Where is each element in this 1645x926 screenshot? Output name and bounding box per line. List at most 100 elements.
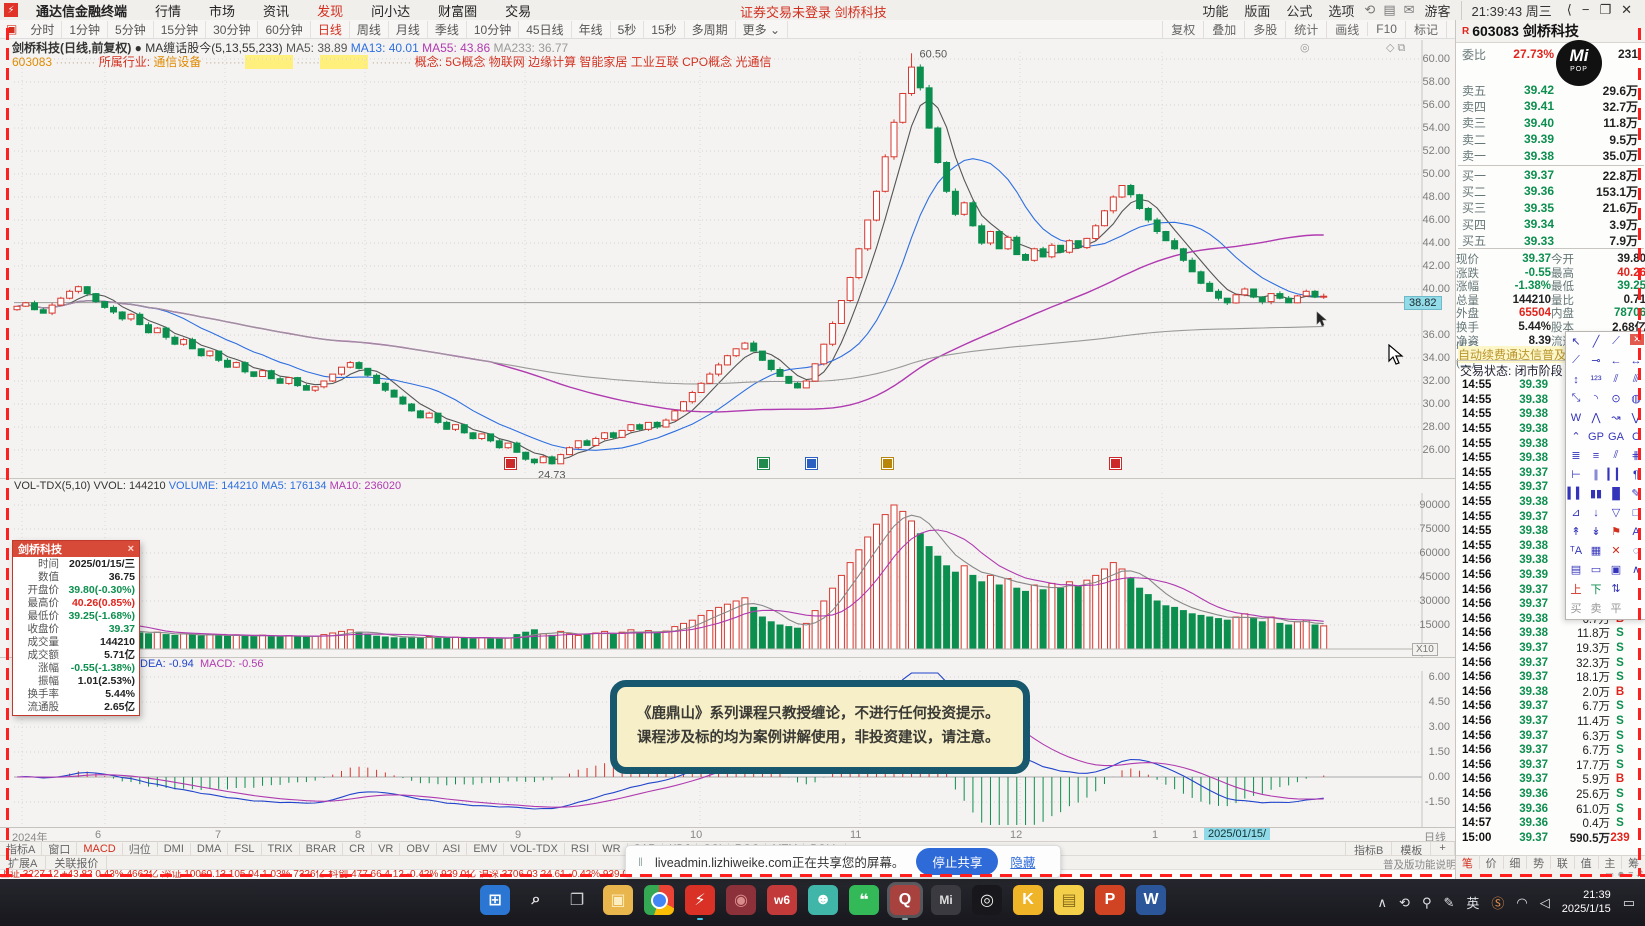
draw-tool-icon[interactable]: ⊿: [1566, 506, 1586, 519]
quote-panel-header[interactable]: R 603083 剑桥科技: [1456, 20, 1645, 43]
draw-tool-icon[interactable]: ▐▌: [1606, 488, 1626, 500]
menu-市场[interactable]: 市场: [195, 1, 249, 20]
menu-资讯[interactable]: 资讯: [249, 1, 303, 20]
menu-财富圈[interactable]: 财富圈: [424, 1, 491, 20]
tray-icon-6[interactable]: ◠: [1516, 895, 1527, 911]
tab-WR[interactable]: WR: [596, 843, 628, 855]
draw-tool-icon[interactable]: ⌃: [1566, 430, 1586, 443]
taskbar-wps-icon[interactable]: w6: [767, 885, 797, 915]
popup-header[interactable]: 剑桥科技 ×: [13, 541, 139, 557]
draw-tool-icon[interactable]: ↕: [1566, 374, 1586, 386]
draw-tool-icon[interactable]: ⊢: [1566, 468, 1586, 481]
draw-tool-icon[interactable]: ⇅: [1606, 582, 1626, 595]
draw-tool-icon[interactable]: ⫽: [1606, 373, 1626, 386]
tray-icon-1[interactable]: ⟲: [1399, 895, 1410, 911]
titlebar-icon-2[interactable]: ✉: [1404, 2, 1415, 18]
bid-row[interactable]: 买三 39.35 21.6万: [1456, 200, 1645, 216]
stop-share-button[interactable]: 停止共享: [916, 848, 999, 875]
draw-tool-icon[interactable]: ✎: [1626, 487, 1645, 500]
draw-tool-icon[interactable]: ▤: [1566, 563, 1586, 576]
bid-row[interactable]: 买一 39.37 22.8万: [1456, 167, 1645, 183]
tray-icon-5[interactable]: Ⓢ: [1491, 893, 1504, 912]
period-15分钟[interactable]: 15分钟: [154, 20, 207, 38]
draw-tool-icon[interactable]: ▽: [1606, 506, 1626, 519]
draw-tool-icon[interactable]: ¹²³: [1586, 374, 1606, 386]
taskbar-mi-icon[interactable]: Mi: [931, 885, 961, 915]
period-45日线[interactable]: 45日线: [519, 20, 572, 38]
draw-tool-icon[interactable]: ⋀: [1586, 411, 1606, 424]
candlestick-chart[interactable]: 60.50 24.73: [10, 40, 1455, 478]
draw-tool-icon[interactable]: ◝: [1586, 392, 1606, 405]
tray-icon-3[interactable]: ✎: [1443, 895, 1454, 911]
titlebar-icon-0[interactable]: ⟲: [1364, 2, 1375, 18]
action-统计[interactable]: 统计: [1285, 20, 1326, 38]
draw-tool-icon[interactable]: ⫽: [1606, 449, 1626, 462]
period-10分钟[interactable]: 10分钟: [467, 20, 520, 38]
bid-row[interactable]: 买五 39.33 7.9万: [1456, 233, 1645, 249]
period-年线[interactable]: 年线: [572, 20, 611, 38]
ask-row[interactable]: 卖三 39.40 11.8万: [1456, 115, 1645, 131]
draw-tool-icon[interactable]: ⋁: [1626, 411, 1645, 424]
event-marker-icon[interactable]: [758, 458, 769, 469]
action-多股[interactable]: 多股: [1244, 20, 1285, 38]
tab-BRAR[interactable]: BRAR: [300, 843, 344, 855]
draw-tool-icon[interactable]: 卖: [1586, 600, 1606, 616]
ask-row[interactable]: 卖二 39.39 9.5万: [1456, 131, 1645, 147]
tab-MACD[interactable]: MACD: [77, 843, 123, 855]
draw-tool-icon[interactable]: ▍▍: [1566, 487, 1586, 500]
menu-选项[interactable]: 选项: [1328, 1, 1354, 20]
menu-行情[interactable]: 行情: [141, 1, 195, 20]
draw-tool-icon[interactable]: ↔: [1626, 355, 1645, 367]
event-marker-icon[interactable]: [806, 458, 817, 469]
draw-tool-icon[interactable]: ╱: [1586, 335, 1606, 348]
draw-tool-icon[interactable]: ∥: [1586, 468, 1606, 481]
taskbar-meeting-icon[interactable]: ☻: [808, 885, 838, 915]
draw-tool-icon[interactable]: 下: [1586, 581, 1606, 597]
ask-row[interactable]: 卖一 39.38 35.0万: [1456, 148, 1645, 164]
chart-type-icon[interactable]: ▣: [0, 22, 23, 36]
period-月线[interactable]: 月线: [389, 20, 428, 38]
tab-FSL[interactable]: FSL: [228, 843, 262, 855]
taskbar-clock[interactable]: 21:39 2025/1/15: [1562, 889, 1611, 917]
draw-tool-icon[interactable]: ⫻: [1626, 373, 1645, 386]
draw-tool-icon[interactable]: □: [1626, 507, 1645, 519]
period-周线[interactable]: 周线: [350, 20, 389, 38]
bid-row[interactable]: 买四 39.34 3.9万: [1456, 216, 1645, 232]
event-marker-icon[interactable]: [882, 458, 893, 469]
draw-tool-icon[interactable]: ᵀA: [1566, 545, 1586, 557]
minimize-button[interactable]: −: [1577, 2, 1595, 18]
draw-tool-icon[interactable]: ↟: [1566, 525, 1586, 538]
draw-tool-icon[interactable]: ≡: [1586, 450, 1606, 462]
draw-tool-icon[interactable]: ¶: [1626, 469, 1645, 481]
period-5秒[interactable]: 5秒: [611, 20, 645, 38]
menu-版面[interactable]: 版面: [1244, 1, 1270, 20]
menu-公式[interactable]: 公式: [1286, 1, 1312, 20]
tab-EMV[interactable]: EMV: [467, 843, 505, 855]
draw-tool-icon[interactable]: ⚑: [1606, 525, 1626, 538]
period-60分钟[interactable]: 60分钟: [258, 20, 311, 38]
taskbar-powerpoint-icon[interactable]: P: [1095, 885, 1125, 915]
taskbar-chrome-icon[interactable]: [644, 885, 674, 915]
volume-chart[interactable]: [10, 493, 1455, 657]
taskbar-tdx-icon[interactable]: ⚡: [685, 885, 715, 920]
action-叠加[interactable]: 叠加: [1203, 20, 1244, 38]
draw-tool-icon[interactable]: GA: [1606, 431, 1626, 443]
period-分时[interactable]: 分时: [23, 20, 63, 38]
draw-tool-icon[interactable]: W: [1566, 412, 1586, 424]
period-1分钟[interactable]: 1分钟: [62, 20, 109, 38]
tray-icon-4[interactable]: 英: [1466, 893, 1479, 912]
draw-tool-icon[interactable]: 买: [1566, 600, 1586, 616]
draw-tool-icon[interactable]: ∧: [1626, 563, 1645, 576]
draw-tool-icon[interactable]: ↡: [1586, 525, 1606, 538]
draw-tool-icon[interactable]: 平: [1606, 600, 1626, 616]
draw-tool-icon[interactable]: ⟋: [1566, 354, 1586, 367]
draw-tool-icon[interactable]: ⋕: [1626, 449, 1645, 462]
draw-tool-icon[interactable]: ▮▮: [1586, 487, 1606, 500]
tray-icon-0[interactable]: ∧: [1378, 895, 1388, 911]
period-15秒[interactable]: 15秒: [644, 20, 685, 38]
tab-VR[interactable]: VR: [372, 843, 401, 855]
draw-tool-icon[interactable]: ⊙: [1606, 392, 1626, 405]
tray-icon-7[interactable]: ◁: [1540, 895, 1550, 911]
taskbar-explorer-icon[interactable]: ▣: [603, 885, 633, 915]
menu-问小达[interactable]: 问小达: [357, 1, 424, 20]
